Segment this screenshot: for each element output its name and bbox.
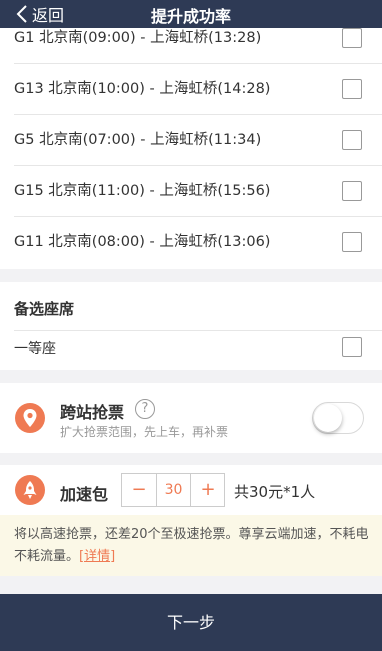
train-checkbox[interactable] [342,232,362,252]
page-title: 提升成功率 [150,7,231,26]
decrease-button[interactable]: − [122,474,156,506]
train-label: G13 北京南(10:00) - 上海虹桥(14:28) [14,81,271,97]
quantity-value[interactable]: 30 [156,474,191,506]
total-price: 共30元*1人 [234,483,316,501]
speed-notice: 将以高速抢票，还差20个至极速抢票。尊享云端加速，不耗电不耗流量。[详情] [0,515,382,576]
train-label: G1 北京南(09:00) - 上海虹桥(13:28) [14,30,262,46]
help-icon[interactable]: ? [135,399,155,419]
speed-pack-section: 加速包 − 30 + 共30元*1人 将以高速抢票，还差20个至极速抢票。尊享云… [0,465,382,576]
location-pin-icon [15,403,45,433]
cross-station-title: 跨站抢票 [60,403,125,422]
quantity-stepper: − 30 + [121,473,225,507]
train-list: G1 北京南(09:00) - 上海虹桥(13:28) G13 北京南(10:0… [0,28,382,269]
train-row[interactable]: G11 北京南(08:00) - 上海虹桥(13:06) [0,217,382,268]
divider [14,330,382,331]
details-link[interactable]: [详情] [79,549,115,564]
increase-button[interactable]: + [191,474,225,506]
train-label: G15 北京南(11:00) - 上海虹桥(15:56) [14,183,271,199]
train-label: G5 北京南(07:00) - 上海虹桥(11:34) [14,132,262,148]
train-checkbox[interactable] [342,181,362,201]
nav-bar: 返回 提升成功率 [0,0,382,28]
seat-checkbox[interactable] [342,337,362,357]
toggle-knob [314,404,342,432]
cross-station-section: 跨站抢票 ? 扩大抢票范围，先上车，再补票 [0,383,382,453]
train-checkbox[interactable] [342,79,362,99]
next-step-button[interactable]: 下一步 [0,594,382,651]
train-row[interactable]: G1 北京南(09:00) - 上海虹桥(13:28) [0,28,382,64]
train-checkbox[interactable] [342,28,362,48]
notice-text: 将以高速抢票，还差20个至极速抢票。尊享云端加速，不耗电不耗流量。 [14,527,369,564]
seat-option-label: 一等座 [14,341,56,357]
train-label: G11 北京南(08:00) - 上海虹桥(13:06) [14,234,271,250]
cross-station-toggle[interactable] [312,402,364,434]
train-row[interactable]: G15 北京南(11:00) - 上海虹桥(15:56) [0,166,382,217]
train-checkbox[interactable] [342,130,362,150]
train-row[interactable]: G13 北京南(10:00) - 上海虹桥(14:28) [0,64,382,115]
alternate-seat-section: 备选座席 一等座 [0,282,382,370]
section-header: 备选座席 [14,300,75,318]
cross-station-subtitle: 扩大抢票范围，先上车，再补票 [60,425,229,439]
train-row[interactable]: G5 北京南(07:00) - 上海虹桥(11:34) [0,115,382,166]
speed-pack-title: 加速包 [60,485,109,504]
rocket-icon [15,475,45,505]
